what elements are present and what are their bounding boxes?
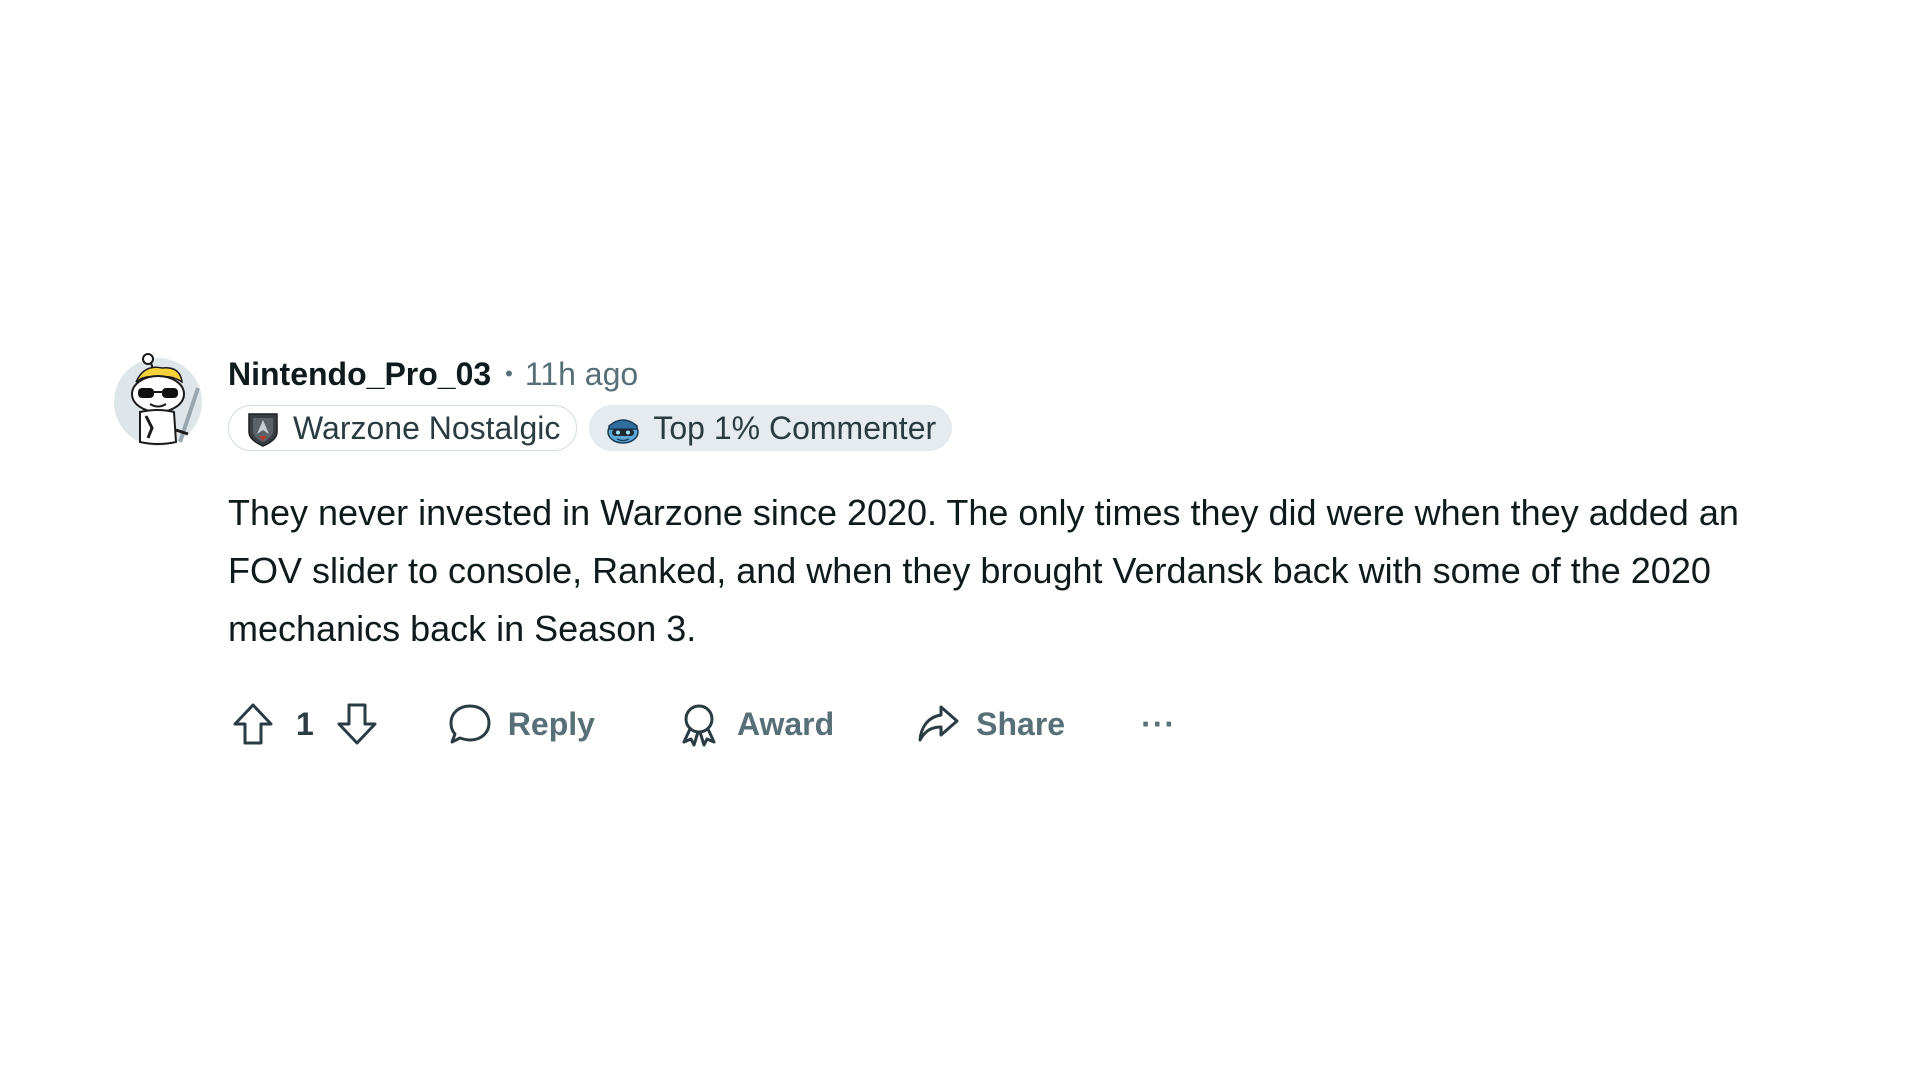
comment-content: Nintendo_Pro_03 • 11h ago Warzone Nostal… (228, 352, 1808, 752)
vote-count: 1 (296, 705, 314, 742)
more-options-icon: ··· (1141, 705, 1177, 742)
comment-body: They never invested in Warzone since 202… (228, 492, 1739, 649)
user-flair: Warzone Nostalgic (228, 405, 578, 451)
username-link[interactable]: Nintendo_Pro_03 (228, 356, 491, 393)
award-button[interactable]: Award (675, 700, 834, 748)
upvote-button[interactable] (228, 699, 278, 749)
comment-action-bar: 1 Reply Award Share ··· (228, 696, 1808, 752)
meta-separator: • (505, 361, 513, 386)
comment-meta: Nintendo_Pro_03 • 11h ago (228, 352, 1808, 396)
award-label: Award (736, 705, 835, 742)
flair-row: Warzone Nostalgic Top 1% Commenter (228, 404, 1808, 452)
more-options-button[interactable]: ··· (1141, 700, 1176, 748)
award-ribbon-icon (675, 700, 723, 748)
user-flair-label: Warzone Nostalgic (293, 409, 561, 446)
upvote-arrow-icon (233, 703, 273, 745)
vote-group: 1 (228, 699, 382, 749)
avatar[interactable] (110, 352, 206, 448)
top-commenter-label: Top 1% Commenter (653, 409, 937, 446)
warzone-emblem-icon (248, 413, 278, 447)
timestamp[interactable]: 11h ago (525, 356, 638, 393)
downvote-arrow-icon (337, 703, 377, 745)
speech-bubble-icon (446, 700, 494, 748)
top-commenter-icon (607, 419, 640, 444)
top-commenter-flair[interactable]: Top 1% Commenter (589, 405, 953, 451)
share-label: Share (976, 705, 1066, 742)
reply-button[interactable]: Reply (446, 700, 595, 748)
share-button[interactable]: Share (914, 700, 1065, 748)
downvote-button[interactable] (332, 699, 382, 749)
share-arrow-icon (914, 700, 962, 748)
reply-label: Reply (507, 705, 595, 742)
snoo-avatar-icon (114, 353, 202, 446)
